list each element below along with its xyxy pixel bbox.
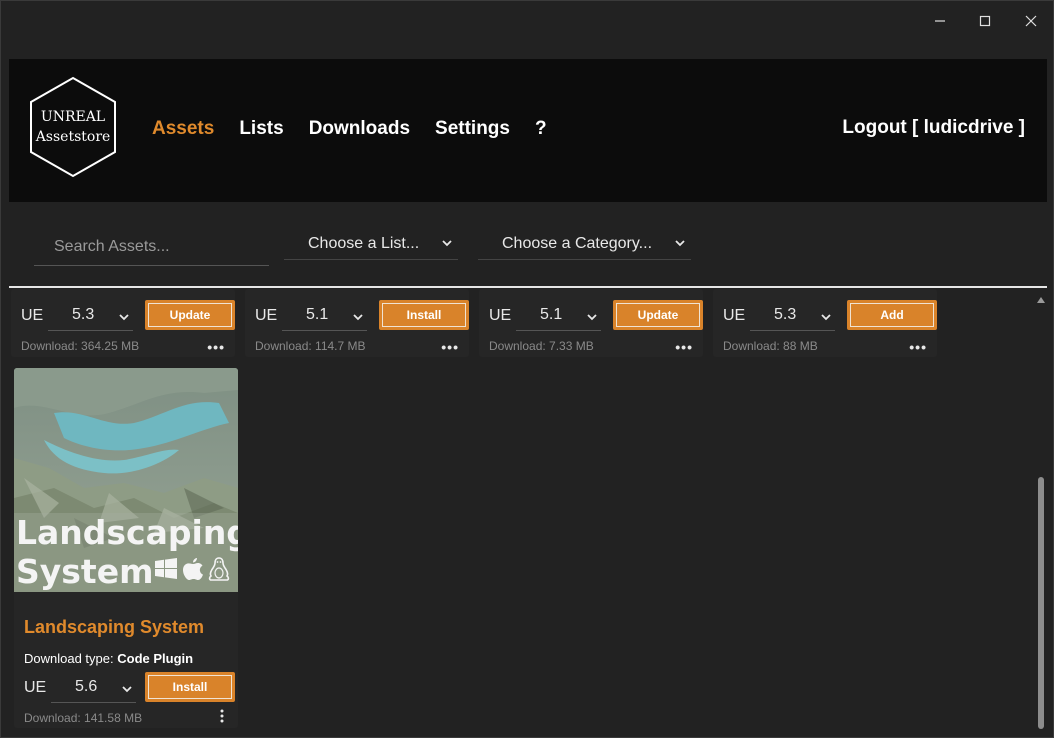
- version-select[interactable]: 5.1: [282, 301, 367, 331]
- install-button[interactable]: Install: [379, 300, 469, 330]
- asset-card: UE 5.3 Add Download: 88 MB •••: [713, 289, 937, 357]
- update-button-label: Update: [616, 303, 700, 327]
- divider: [9, 286, 1047, 288]
- list-select-value: Choose a List...: [308, 234, 420, 252]
- linux-icon: [208, 557, 230, 581]
- asset-card: UE 5.1 Update Download: 7.33 MB •••: [479, 289, 703, 357]
- chevron-down-icon: [119, 314, 129, 321]
- add-button[interactable]: Add: [847, 300, 937, 330]
- windows-icon: [155, 558, 177, 579]
- asset-title[interactable]: Landscaping System: [24, 617, 204, 638]
- chevron-down-icon: [353, 314, 363, 321]
- nav-downloads[interactable]: Downloads: [309, 118, 410, 140]
- title-bar: [1, 1, 1054, 41]
- asset-card: UE 5.3 Update Download: 364.25 MB •••: [11, 289, 235, 357]
- install-button-label: Install: [148, 675, 232, 699]
- version-select[interactable]: 5.3: [48, 301, 133, 331]
- logout-link[interactable]: Logout [ ludicdrive ]: [842, 117, 1025, 139]
- app-window: UNREAL Assetstore Assets Lists Downloads…: [0, 0, 1054, 738]
- chevron-down-icon: [675, 240, 685, 247]
- asset-card: UE 5.1 Install Download: 114.7 MB •••: [245, 289, 469, 357]
- main-nav: Assets Lists Downloads Settings ?: [152, 118, 572, 140]
- update-button-label: Update: [148, 303, 232, 327]
- more-vertical-icon[interactable]: [220, 709, 224, 723]
- filter-toolbar: Choose a List... Choose a Category...: [1, 216, 1054, 276]
- scroll-up-icon[interactable]: [1037, 297, 1045, 303]
- ue-label: UE: [21, 307, 44, 324]
- ue-label: UE: [723, 307, 746, 324]
- scroll-thumb[interactable]: [1038, 477, 1044, 729]
- asset-grid: UE 5.3 Update Download: 364.25 MB ••• UE…: [9, 289, 1033, 737]
- more-icon[interactable]: •••: [675, 339, 693, 355]
- update-button[interactable]: Update: [145, 300, 235, 330]
- close-icon[interactable]: [1016, 9, 1046, 33]
- download-size: Download: 141.58 MB: [24, 711, 143, 725]
- search-input[interactable]: [34, 228, 269, 266]
- chevron-down-icon: [587, 314, 597, 321]
- version-select[interactable]: 5.6: [51, 673, 136, 703]
- nav-settings[interactable]: Settings: [435, 118, 510, 140]
- nav-assets[interactable]: Assets: [152, 118, 214, 140]
- header: UNREAL Assetstore Assets Lists Downloads…: [9, 59, 1047, 202]
- ue-label: UE: [24, 679, 47, 696]
- list-select[interactable]: Choose a List...: [284, 228, 458, 260]
- apple-icon: [183, 558, 203, 580]
- version-value: 5.6: [75, 678, 98, 695]
- chevron-down-icon: [442, 240, 452, 247]
- logo-text: UNREAL Assetstore: [27, 107, 119, 147]
- version-value: 5.3: [72, 306, 95, 323]
- download-size: Download: 88 MB: [723, 339, 818, 353]
- maximize-icon[interactable]: [970, 9, 1000, 33]
- version-select[interactable]: 5.3: [750, 301, 835, 331]
- version-value: 5.1: [540, 306, 563, 323]
- logo-line-1: UNREAL: [40, 109, 106, 125]
- nav-help[interactable]: ?: [535, 118, 547, 140]
- platform-icons: [154, 557, 230, 581]
- more-icon[interactable]: •••: [207, 339, 225, 355]
- nav-lists[interactable]: Lists: [239, 118, 283, 140]
- chevron-down-icon: [821, 314, 831, 321]
- thumbnail-title-line-1: Landscaping: [16, 513, 238, 552]
- download-size: Download: 364.25 MB: [21, 339, 140, 353]
- version-select[interactable]: 5.1: [516, 301, 601, 331]
- scrollbar[interactable]: [1034, 289, 1048, 737]
- install-button-label: Install: [382, 303, 466, 327]
- version-value: 5.1: [306, 306, 329, 323]
- category-select[interactable]: Choose a Category...: [478, 228, 691, 260]
- install-button[interactable]: Install: [145, 672, 235, 702]
- update-button[interactable]: Update: [613, 300, 703, 330]
- asset-card-featured: Landscaping System Landscaping System Do…: [14, 368, 238, 728]
- add-button-label: Add: [850, 303, 934, 327]
- chevron-down-icon: [122, 686, 132, 693]
- ue-label: UE: [255, 307, 278, 324]
- more-icon[interactable]: •••: [909, 339, 927, 355]
- minimize-icon[interactable]: [925, 9, 955, 33]
- ue-label: UE: [489, 307, 512, 324]
- logo-line-2: Assetstore: [35, 129, 111, 145]
- more-icon[interactable]: •••: [441, 339, 459, 355]
- download-size: Download: 7.33 MB: [489, 339, 594, 353]
- category-select-value: Choose a Category...: [502, 234, 653, 252]
- version-value: 5.3: [774, 306, 797, 323]
- asset-controls: UE 5.6 Install Download: 141.58 MB: [14, 661, 238, 728]
- asset-thumbnail[interactable]: Landscaping System: [14, 368, 238, 592]
- logo[interactable]: UNREAL Assetstore: [27, 75, 119, 179]
- download-size: Download: 114.7 MB: [255, 339, 366, 353]
